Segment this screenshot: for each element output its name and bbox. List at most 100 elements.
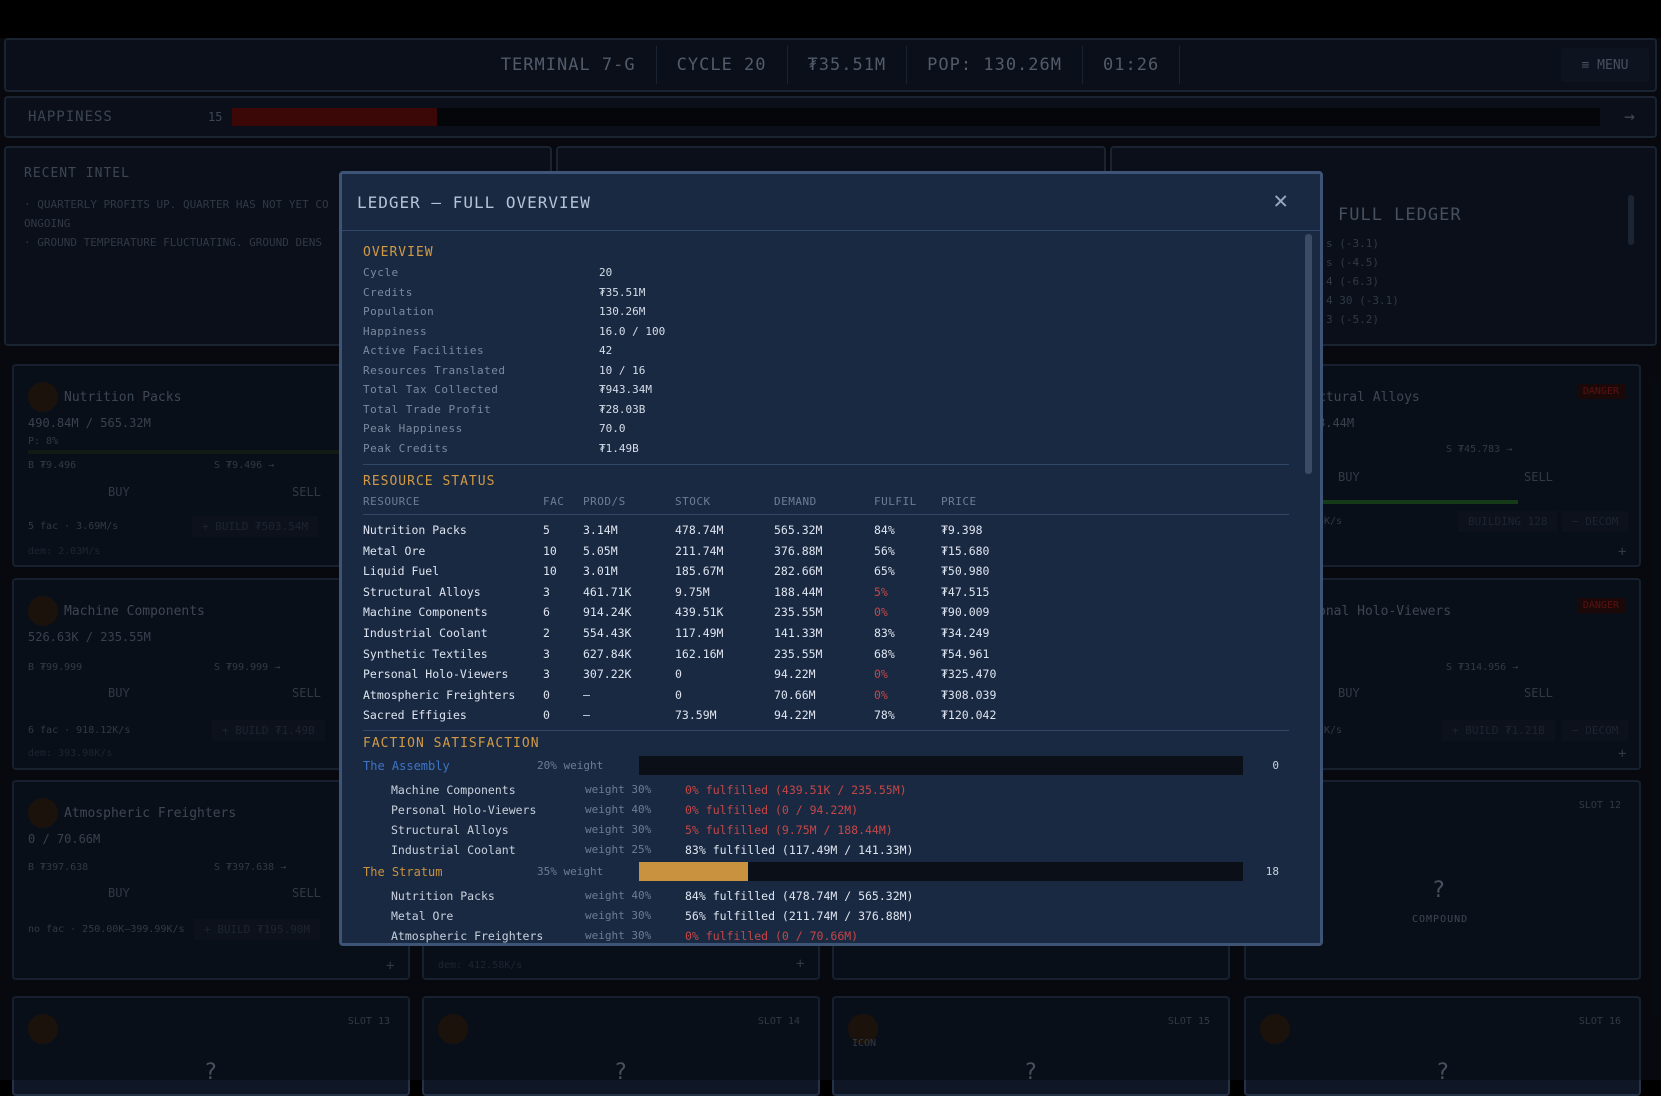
table-cell: 3.14M — [583, 523, 618, 537]
overview-key: Cycle — [363, 266, 399, 279]
table-cell: 2 — [543, 626, 550, 640]
faction-resource: Structural Alloys — [391, 823, 509, 837]
column-header: PROD/S — [583, 495, 626, 508]
faction-name[interactable]: The Stratum — [363, 865, 442, 879]
faction-resource: Machine Components — [391, 783, 516, 797]
overview-value: ₮943.34M — [599, 383, 652, 396]
table-cell: 0 — [675, 687, 682, 702]
divider — [363, 464, 1289, 465]
faction-resource-weight: weight 30% — [585, 929, 652, 942]
table-cell: 0% — [874, 687, 888, 702]
ledger-modal: LEDGER — FULL OVERVIEW ✕ OVERVIEW Cycle 2… — [339, 171, 1323, 946]
modal-body: OVERVIEW Cycle 20 Credits ₮35.51M Population… — [363, 230, 1289, 943]
table-row: Synthetic Textiles 3 627.84K 162.16M 235.55M… — [363, 647, 1289, 667]
table-row: Machine Components 6 914.24K 439.51K 235.55M… — [363, 605, 1289, 625]
table-cell: 235.55M — [774, 605, 823, 620]
modal-scrollbar[interactable] — [1305, 234, 1312, 474]
overview-value: 42 — [599, 344, 613, 357]
table-cell: ₮308.039 — [941, 687, 997, 702]
overview-key: Credits — [363, 285, 413, 299]
column-header: FULFIL — [874, 495, 917, 508]
table-cell: 478.74M — [675, 523, 724, 537]
faction-resource-weight: weight 30% — [585, 823, 652, 836]
table-cell: 914.24K — [583, 605, 632, 620]
table-cell: 235.55M — [774, 646, 823, 661]
table-cell: 84% — [874, 523, 895, 537]
table-cell: Metal Ore — [363, 543, 426, 558]
table-row: Industrial Coolant 2 554.43K 117.49M 141.33M… — [363, 626, 1289, 646]
table-cell: 5% — [874, 584, 888, 599]
table-row: Metal Ore 10 5.05M 211.74M 376.88M 56% ₮15.680 — [363, 544, 1289, 564]
table-cell: ₮120.042 — [941, 708, 997, 723]
table-row: Sacred Effigies 0 — 73.59M 94.22M 78% ₮120.042 — [363, 708, 1289, 728]
faction-resource-fulfilled: 56% fulfilled (211.74M / 376.88M) — [685, 909, 914, 923]
table-cell: ₮34.249 — [941, 626, 990, 640]
table-cell: 65% — [874, 564, 895, 579]
table-cell: Industrial Coolant — [363, 626, 488, 640]
overview-value: 70.0 — [599, 422, 626, 435]
table-cell: ₮325.470 — [941, 667, 997, 682]
column-header: FAC — [543, 495, 565, 508]
table-cell: 0 — [543, 708, 550, 723]
table-cell: 56% — [874, 543, 895, 558]
table-cell: 439.51K — [675, 605, 724, 620]
table-cell: ₮15.680 — [941, 543, 990, 558]
table-cell: 162.16M — [675, 646, 724, 661]
table-cell: Liquid Fuel — [363, 564, 440, 579]
overview-key: Active Facilities — [363, 344, 485, 357]
overview-value: 20 — [599, 266, 613, 279]
table-cell: — — [583, 708, 590, 723]
faction-resource-fulfilled: 0% fulfilled (0 / 94.22M) — [685, 803, 859, 817]
faction-score: 18 — [1265, 865, 1279, 878]
table-cell: 3.01M — [583, 564, 618, 579]
overview-key: Peak Happiness — [363, 422, 463, 435]
table-cell: 211.74M — [675, 543, 724, 558]
table-cell: 188.44M — [774, 584, 823, 599]
table-cell: 68% — [874, 646, 895, 661]
overview-key: Happiness — [363, 324, 428, 338]
overview-heading: OVERVIEW — [363, 245, 434, 260]
table-cell: 282.66M — [774, 564, 823, 579]
faction-resource-weight: weight 25% — [585, 843, 652, 856]
faction-resource-weight: weight 30% — [585, 783, 652, 796]
overview-value: ₮28.03B — [599, 402, 646, 416]
table-row: Atmospheric Freighters 0 — 0 70.66M 0% ₮308.03… — [363, 688, 1289, 708]
table-cell: 9.75M — [675, 584, 710, 599]
table-cell: 307.22K — [583, 667, 632, 682]
faction-weight: 35% weight — [537, 865, 604, 878]
faction-score: 0 — [1272, 759, 1279, 772]
table-cell: 94.22M — [774, 708, 816, 723]
table-row: Liquid Fuel 10 3.01M 185.67M 282.66M 65% ₮50.9… — [363, 564, 1289, 584]
faction-satisfaction-heading: FACTION SATISFACTION — [363, 736, 540, 751]
column-header: PRICE — [941, 495, 977, 508]
table-cell: 78% — [874, 708, 895, 723]
table-cell: 94.22M — [774, 667, 816, 682]
faction-resource-fulfilled: 84% fulfilled (478.74M / 565.32M) — [685, 889, 914, 903]
faction-resource: Atmospheric Freighters — [391, 929, 544, 943]
table-cell: 0 — [675, 667, 682, 682]
table-cell: 3 — [543, 584, 550, 599]
faction-resource: Personal Holo-Viewers — [391, 803, 537, 817]
overview-value: 16.0 / 100 — [599, 324, 666, 338]
resource-status-heading: RESOURCE STATUS — [363, 474, 496, 489]
faction-resource: Industrial Coolant — [391, 843, 516, 857]
faction-resource-fulfilled: 0% fulfilled (439.51K / 235.55M) — [685, 783, 907, 797]
faction-resource-weight: weight 40% — [585, 803, 652, 816]
table-cell: 0% — [874, 667, 888, 682]
resource-table-header: RESOURCE FAC PROD/S STOCK DEMAND FULFIL PRICE — [363, 495, 1289, 511]
faction-weight: 20% weight — [537, 759, 604, 772]
table-cell: 554.43K — [583, 626, 632, 640]
table-cell: 5.05M — [583, 543, 618, 558]
table-cell: 73.59M — [675, 708, 717, 723]
table-cell: Synthetic Textiles — [363, 646, 488, 661]
table-cell: Structural Alloys — [363, 584, 481, 599]
table-cell: 3 — [543, 667, 550, 682]
overview-value: 130.26M — [599, 305, 646, 318]
overview-value: 10 / 16 — [599, 363, 646, 377]
faction-resource: Nutrition Packs — [391, 889, 495, 903]
table-cell: Personal Holo-Viewers — [363, 667, 509, 682]
table-cell: 0 — [543, 687, 550, 702]
faction-name[interactable]: The Assembly — [363, 759, 450, 773]
faction-resource: Metal Ore — [391, 909, 454, 923]
close-icon[interactable]: ✕ — [1274, 186, 1288, 214]
